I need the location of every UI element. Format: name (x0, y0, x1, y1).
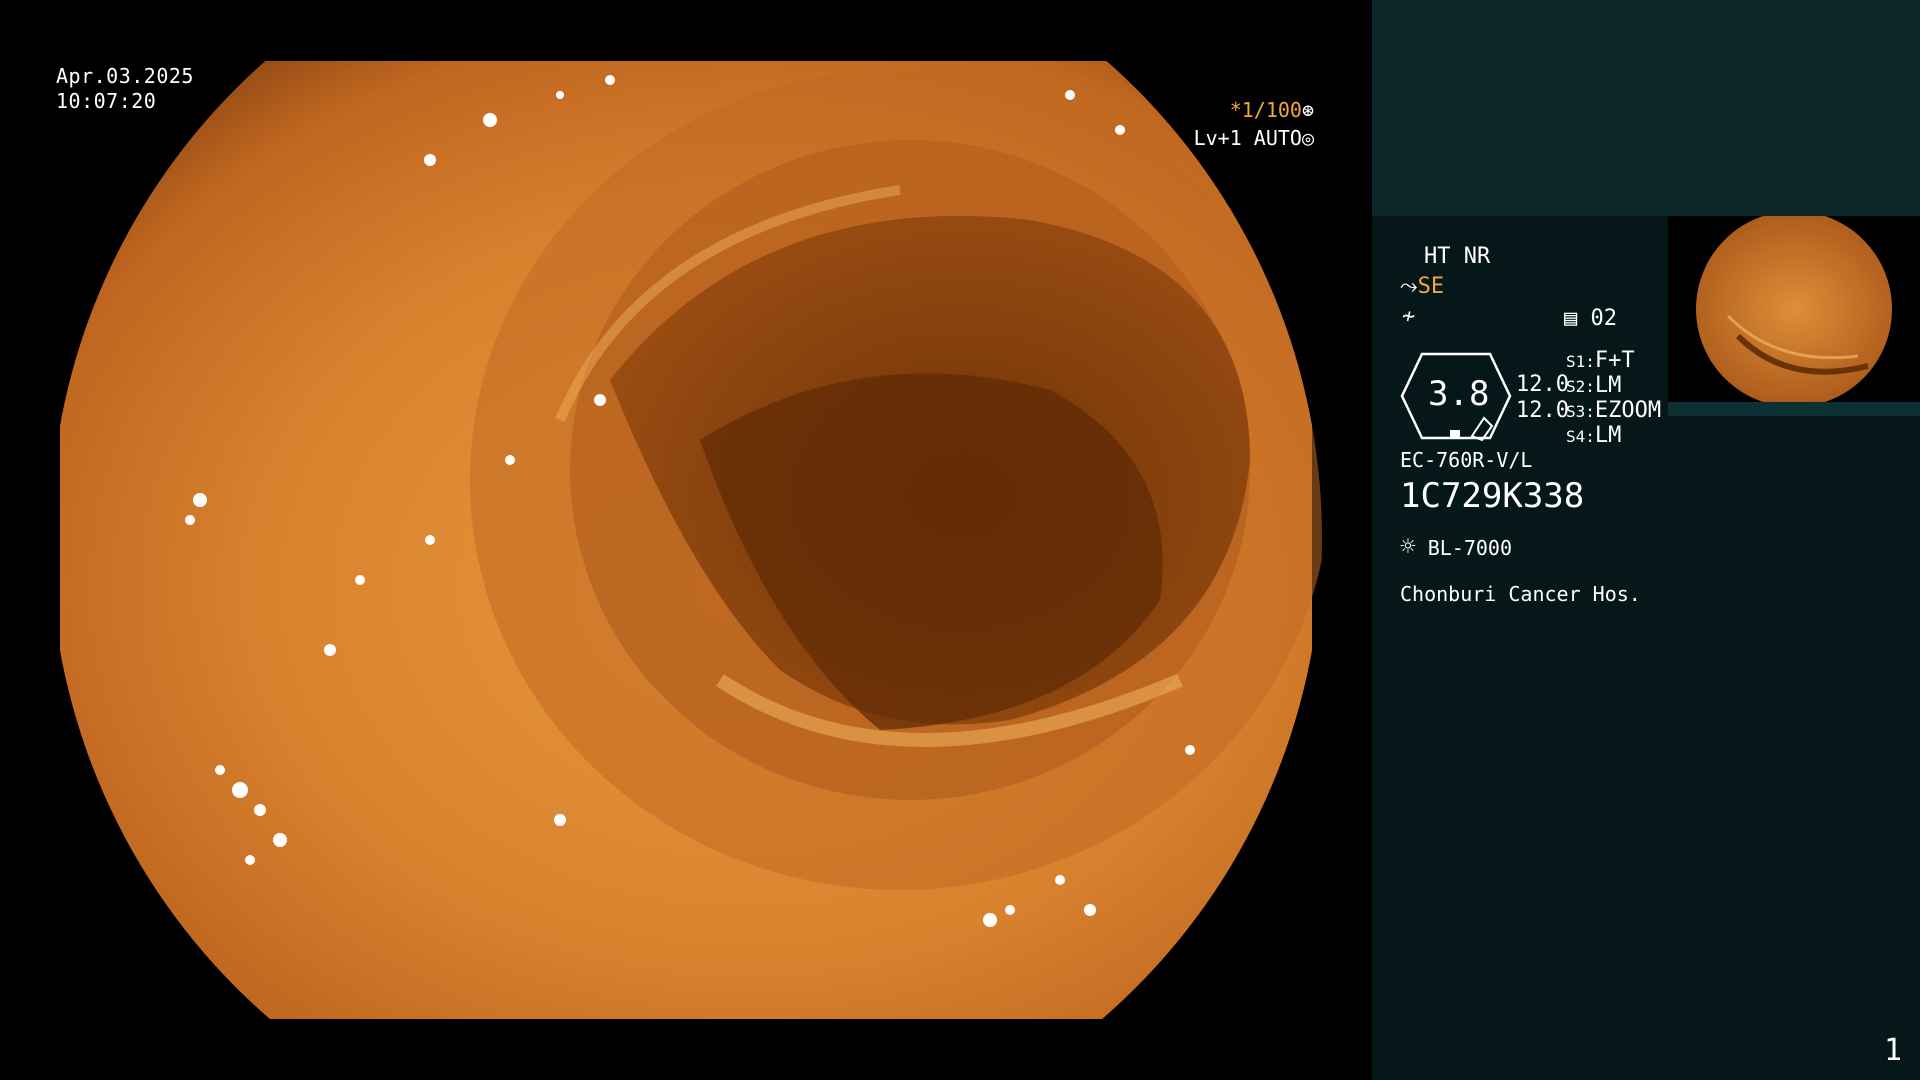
s4-value: LM (1594, 423, 1622, 448)
memory-icon: ▤ (1564, 306, 1578, 331)
thumbnail-caption-bar (1668, 402, 1920, 416)
info-panel: HT NR ⤳SE ≁ ▤ 02 3.8 12.0 12.0 S1:F+T S2… (1372, 0, 1920, 1080)
switch-s2: S2:LM (1566, 373, 1621, 398)
endoscope-view: Apr.03.2025 10:07:20 *1/100⊛ Lv+1 AUTO◎ (0, 0, 1372, 1080)
s4-label: S4: (1566, 427, 1595, 446)
s3-value: EZOOM (1594, 398, 1662, 423)
se-label: SE (1417, 274, 1445, 299)
light-icon: ☼ (1400, 532, 1416, 562)
memory-slot: ▤ 02 (1564, 306, 1617, 331)
s2-label: S2: (1566, 377, 1595, 396)
switch-s4: S4:LM (1566, 423, 1621, 448)
s1-label: S1: (1566, 352, 1595, 371)
hospital-name: Chonburi Cancer Hos. (1400, 582, 1641, 606)
endoscopic-image (60, 61, 1322, 1019)
scope-serial: 1C729K338 (1400, 476, 1585, 516)
light-source: ☼ BL-7000 (1400, 532, 1512, 562)
scope-model: EC-760R-V/L (1400, 448, 1533, 472)
s3-label: S3: (1566, 402, 1595, 421)
thumbnail-image[interactable] (1668, 216, 1920, 402)
value-2: 12.0 (1516, 398, 1569, 423)
iris-mode-value: Lv+1 AUTO (1193, 126, 1302, 150)
value-1: 12.0 (1516, 372, 1569, 397)
iris-icon: ◎ (1301, 126, 1314, 150)
page-number: 1 (1883, 1033, 1902, 1068)
exam-time: 10:07:20 (56, 89, 157, 113)
shutter-icon: ⊛ (1301, 98, 1314, 122)
s2-value: LM (1594, 373, 1622, 398)
structure-enhancement: ⤳SE (1400, 274, 1444, 299)
panel-header-area (1372, 0, 1920, 216)
s1-value: F+T (1594, 348, 1635, 373)
shutter-speed: *1/100⊛ (1230, 98, 1314, 122)
thumbnail-endoscopic-image (1696, 216, 1892, 402)
light-source-value: BL-7000 (1427, 536, 1512, 560)
ht-nr-label: HT NR (1424, 244, 1491, 269)
shutter-speed-value: *1/100 (1229, 98, 1302, 122)
freeze-icon: ≁ (1402, 304, 1416, 329)
memory-value: 02 (1590, 306, 1618, 331)
switch-s1: S1:F+T (1566, 348, 1635, 373)
exam-date: Apr.03.2025 (56, 64, 194, 88)
scope-icon: ⤳ (1400, 274, 1418, 299)
iris-mode: Lv+1 AUTO◎ (1194, 126, 1314, 150)
zoom-value: 3.8 (1428, 374, 1490, 414)
switch-s3: S3:EZOOM (1566, 398, 1661, 423)
